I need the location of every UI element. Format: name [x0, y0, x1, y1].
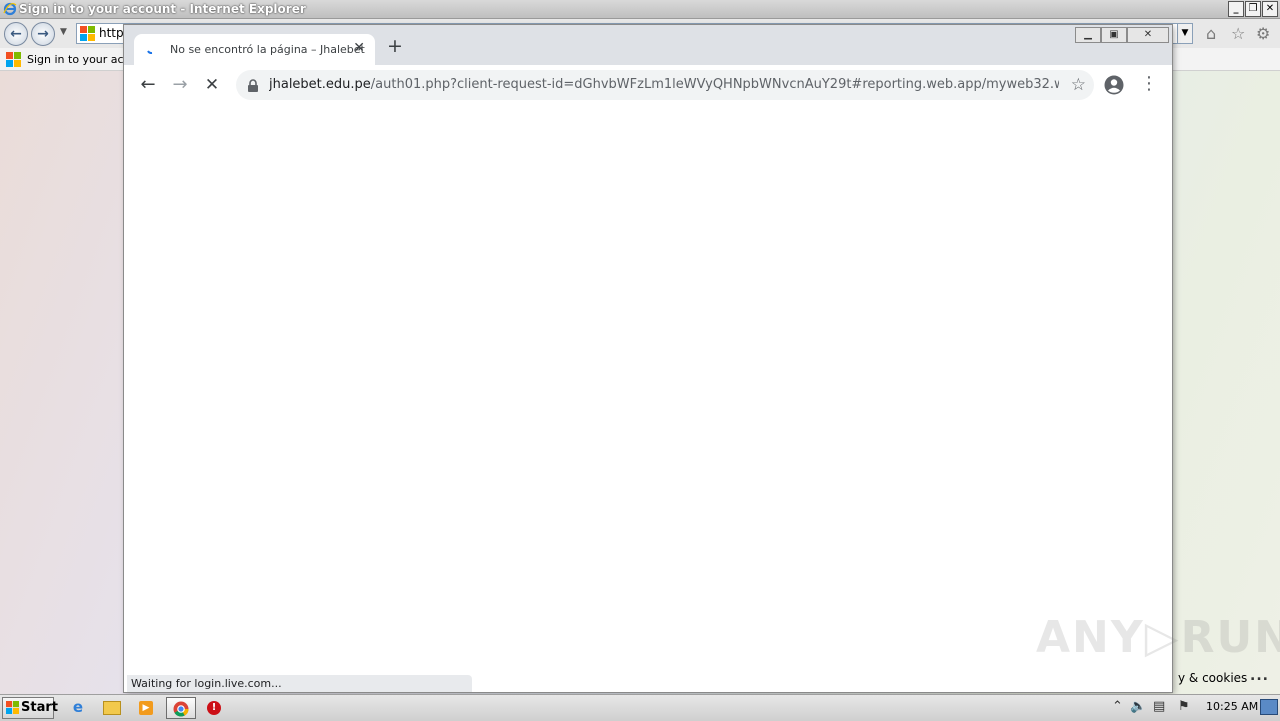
chrome-tabstrip: No se encontró la página – Jhalebet ✕ + …	[124, 25, 1172, 65]
stop-loading-button[interactable]: ✕	[201, 74, 223, 96]
ie-close-button[interactable]: ✕	[1262, 1, 1278, 17]
back-button[interactable]: ←	[137, 74, 159, 96]
ie-minimize-button[interactable]: _	[1228, 1, 1244, 17]
chrome-toolbar: ← → ✕ jhalebet.edu.pe/auth01.php?client-…	[124, 65, 1172, 107]
ie-history-dropdown-icon[interactable]: ▼	[60, 27, 67, 37]
url-text: jhalebet.edu.pe/auth01.php?client-reques…	[269, 77, 1059, 92]
forward-button[interactable]: →	[169, 74, 191, 96]
chrome-maximize-button[interactable]: ▣	[1101, 27, 1127, 43]
tab-close-icon[interactable]: ✕	[353, 40, 365, 56]
home-icon[interactable]: ⌂	[1206, 24, 1216, 43]
taskbar-chrome-icon[interactable]	[166, 697, 196, 719]
ie-restore-button[interactable]: ❐	[1245, 1, 1261, 17]
chrome-menu-icon[interactable]: ⋮	[1140, 74, 1158, 94]
taskbar: Start e ▶ ! ⌃ 🔈 ▤ ⚑ 10:25 AM	[0, 694, 1280, 721]
ie-footer-link[interactable]: y & cookies	[1178, 671, 1247, 685]
url-domain: jhalebet.edu.pe	[269, 77, 371, 92]
windows-start-icon	[6, 701, 19, 714]
chrome-tab[interactable]: No se encontró la página – Jhalebet ✕	[134, 34, 375, 65]
start-button[interactable]: Start	[2, 697, 58, 719]
omnibox[interactable]: jhalebet.edu.pe/auth01.php?client-reques…	[236, 70, 1094, 100]
chrome-close-button[interactable]: ✕	[1127, 27, 1169, 43]
show-hidden-icons-icon[interactable]: ⌃	[1112, 699, 1123, 714]
system-clock[interactable]: 10:25 AM	[1206, 700, 1258, 713]
status-bubble: Waiting for login.live.com...	[127, 675, 472, 692]
windows-logo-icon	[80, 26, 95, 41]
bookmark-star-icon[interactable]: ☆	[1071, 75, 1086, 95]
taskbar-explorer-icon[interactable]	[98, 697, 126, 717]
show-desktop-button[interactable]	[1260, 699, 1278, 715]
taskbar-opera-icon[interactable]: !	[200, 697, 228, 717]
chrome-page-content	[124, 106, 1172, 692]
new-tab-button[interactable]: +	[387, 37, 403, 56]
chrome-minimize-button[interactable]: ▁	[1075, 27, 1101, 43]
ie-more-options-button[interactable]: ...	[1250, 668, 1269, 684]
ie-tab-label[interactable]: Sign in to your account	[27, 53, 123, 66]
favorites-star-icon[interactable]: ☆	[1231, 24, 1245, 43]
ie-forward-button[interactable]: →	[31, 22, 55, 46]
status-text: Waiting for login.live.com...	[131, 677, 282, 690]
ie-back-button[interactable]: ←	[4, 22, 28, 46]
profile-avatar-icon[interactable]	[1104, 75, 1124, 95]
chrome-window: No se encontró la página – Jhalebet ✕ + …	[124, 25, 1172, 692]
ie-address-dropdown-icon[interactable]: ▼	[1177, 24, 1192, 43]
network-icon[interactable]: ▤	[1153, 699, 1165, 714]
lock-icon[interactable]	[247, 79, 259, 92]
url-path: /auth01.php?client-request-id=dGhvbWFzLm…	[370, 77, 1059, 92]
loading-spinner-icon	[147, 50, 153, 54]
ie-logo-icon	[3, 2, 17, 16]
taskbar-ie-icon[interactable]: e	[64, 697, 92, 717]
volume-icon[interactable]: 🔈	[1130, 699, 1146, 714]
ie-window-title: Sign in to your account - Internet Explo…	[19, 2, 306, 16]
chrome-tab-title: No se encontró la página – Jhalebet	[170, 43, 365, 56]
windows-logo-icon	[6, 52, 21, 67]
start-label: Start	[21, 700, 58, 715]
tools-gear-icon[interactable]: ⚙	[1256, 24, 1270, 43]
ie-titlebar: Sign in to your account - Internet Explo…	[0, 0, 1280, 19]
anyrun-watermark: ANY▷RUN	[1036, 612, 1280, 663]
action-center-flag-icon[interactable]: ⚑	[1178, 699, 1190, 714]
taskbar-media-player-icon[interactable]: ▶	[132, 697, 160, 717]
